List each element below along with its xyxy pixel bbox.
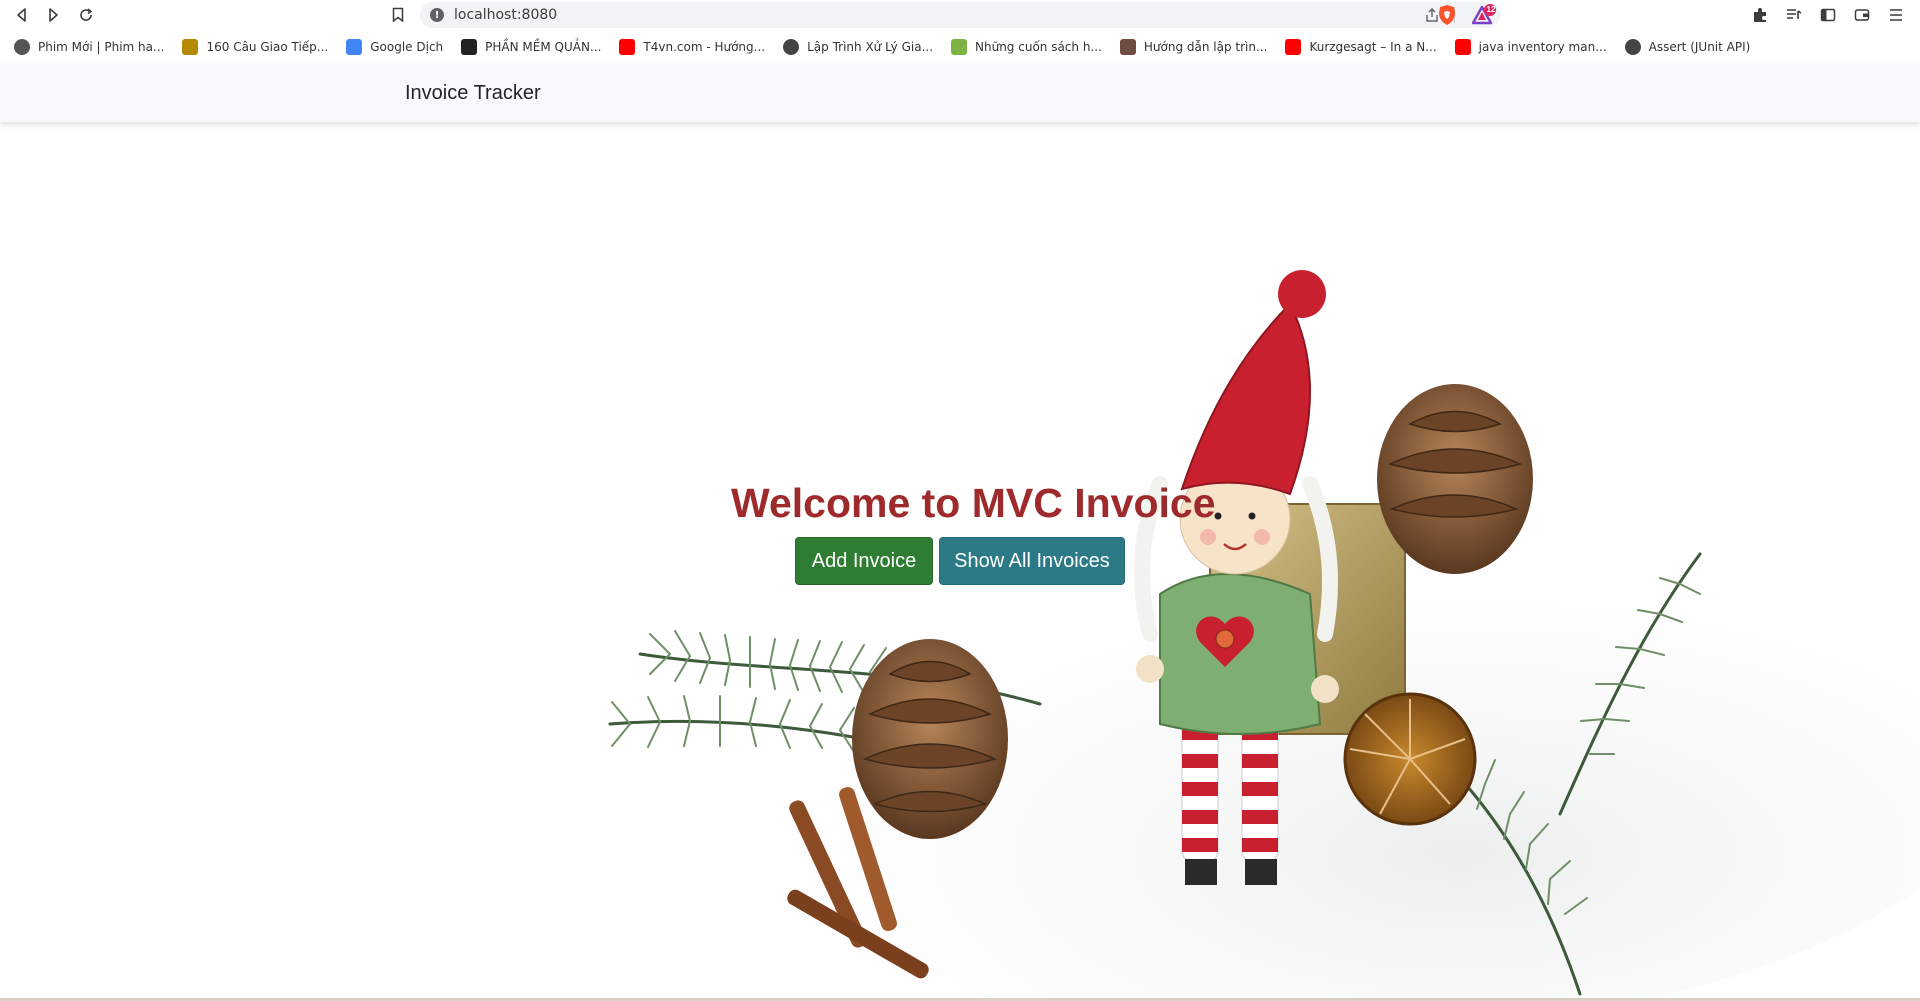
add-invoice-button[interactable]: Add Invoice: [795, 537, 933, 585]
sidebar-icon[interactable]: [1818, 4, 1838, 26]
bookmark-label: Hướng dẫn lập trìn...: [1143, 40, 1268, 54]
bookmark-label: Assert (JUnit API): [1648, 40, 1751, 54]
youtube-icon: [1454, 39, 1471, 55]
youtube-icon: [619, 39, 636, 55]
bookmark-item[interactable]: Phim Mới | Phim ha...: [14, 39, 164, 55]
extensions-icon[interactable]: [1750, 4, 1770, 26]
page-viewport: Invoice Tracker Welcome to MVC Invoice: [0, 64, 1920, 1001]
bookmark-label: PHẦN MỀM QUẢN...: [485, 40, 602, 54]
globe-icon: [14, 39, 30, 55]
bookmark-label: Những cuốn sách h...: [975, 40, 1102, 54]
bookmarks-bar: Phim Mới | Phim ha... 160 Câu Giao Tiếp..…: [0, 33, 1920, 61]
bookmark-item[interactable]: Lập Trình Xử Lý Gia...: [783, 39, 933, 55]
app-navbar: Invoice Tracker: [0, 64, 1920, 122]
bookmark-page-icon[interactable]: [388, 5, 408, 25]
brave-shields-icon[interactable]: [1437, 4, 1457, 26]
show-all-invoices-button[interactable]: Show All Invoices: [939, 537, 1125, 585]
browser-actions: [1750, 4, 1920, 26]
bookmark-label: T4vn.com - Hướng...: [643, 40, 766, 54]
rewards-badge: 12: [1486, 5, 1496, 14]
bookmark-item[interactable]: java inventory man...: [1454, 39, 1607, 55]
browser-toolbar: ! localhost:8080 12: [0, 0, 1920, 30]
bookmark-item[interactable]: Google Dịch: [346, 39, 443, 55]
bookmark-item[interactable]: Hướng dẫn lập trìn...: [1119, 39, 1268, 55]
youtube-icon: [1285, 39, 1302, 55]
m-logo-icon: [461, 39, 478, 55]
avatar-icon: [1119, 39, 1136, 55]
page-title: Welcome to MVC Invoice: [731, 480, 1216, 526]
navbar-brand[interactable]: Invoice Tracker: [405, 82, 541, 105]
bookmark-item[interactable]: Những cuốn sách h...: [951, 39, 1102, 55]
bookmark-label: Lập Trình Xử Lý Gia...: [807, 40, 934, 54]
wallet-icon[interactable]: [1852, 4, 1872, 26]
bookmark-label: Phim Mới | Phim ha...: [38, 40, 165, 54]
bookmark-item[interactable]: T4vn.com - Hướng...: [619, 39, 765, 55]
site-info-icon[interactable]: !: [430, 8, 444, 22]
bookmark-item[interactable]: PHẦN MỀM QUẢN...: [461, 39, 601, 55]
bookmark-label: java inventory man...: [1478, 40, 1607, 54]
url-text[interactable]: localhost:8080: [454, 7, 557, 23]
badge-icon: [182, 39, 199, 55]
globe-icon: [783, 39, 800, 55]
book-icon: [951, 39, 968, 55]
bookmark-item[interactable]: Kurzgesagt – In a N...: [1285, 39, 1437, 55]
christmas-background-image: [608, 270, 1920, 1001]
bookmark-label: Kurzgesagt – In a N...: [1309, 40, 1437, 54]
reading-list-icon[interactable]: [1784, 4, 1804, 26]
reload-icon[interactable]: [75, 4, 97, 26]
menu-icon[interactable]: [1886, 4, 1906, 26]
forward-icon[interactable]: [42, 4, 64, 26]
bookmark-label: 160 Câu Giao Tiếp...: [206, 40, 329, 54]
bookmark-item[interactable]: Assert (JUnit API): [1624, 39, 1751, 55]
brave-rewards-icon[interactable]: 12: [1471, 4, 1496, 26]
address-bar[interactable]: ! localhost:8080: [420, 2, 1500, 28]
globe-icon: [1624, 39, 1641, 55]
back-icon[interactable]: [11, 4, 33, 26]
bookmark-item[interactable]: 160 Câu Giao Tiếp...: [182, 39, 328, 55]
translate-icon: [346, 39, 363, 55]
bookmark-label: Google Dịch: [370, 40, 444, 54]
